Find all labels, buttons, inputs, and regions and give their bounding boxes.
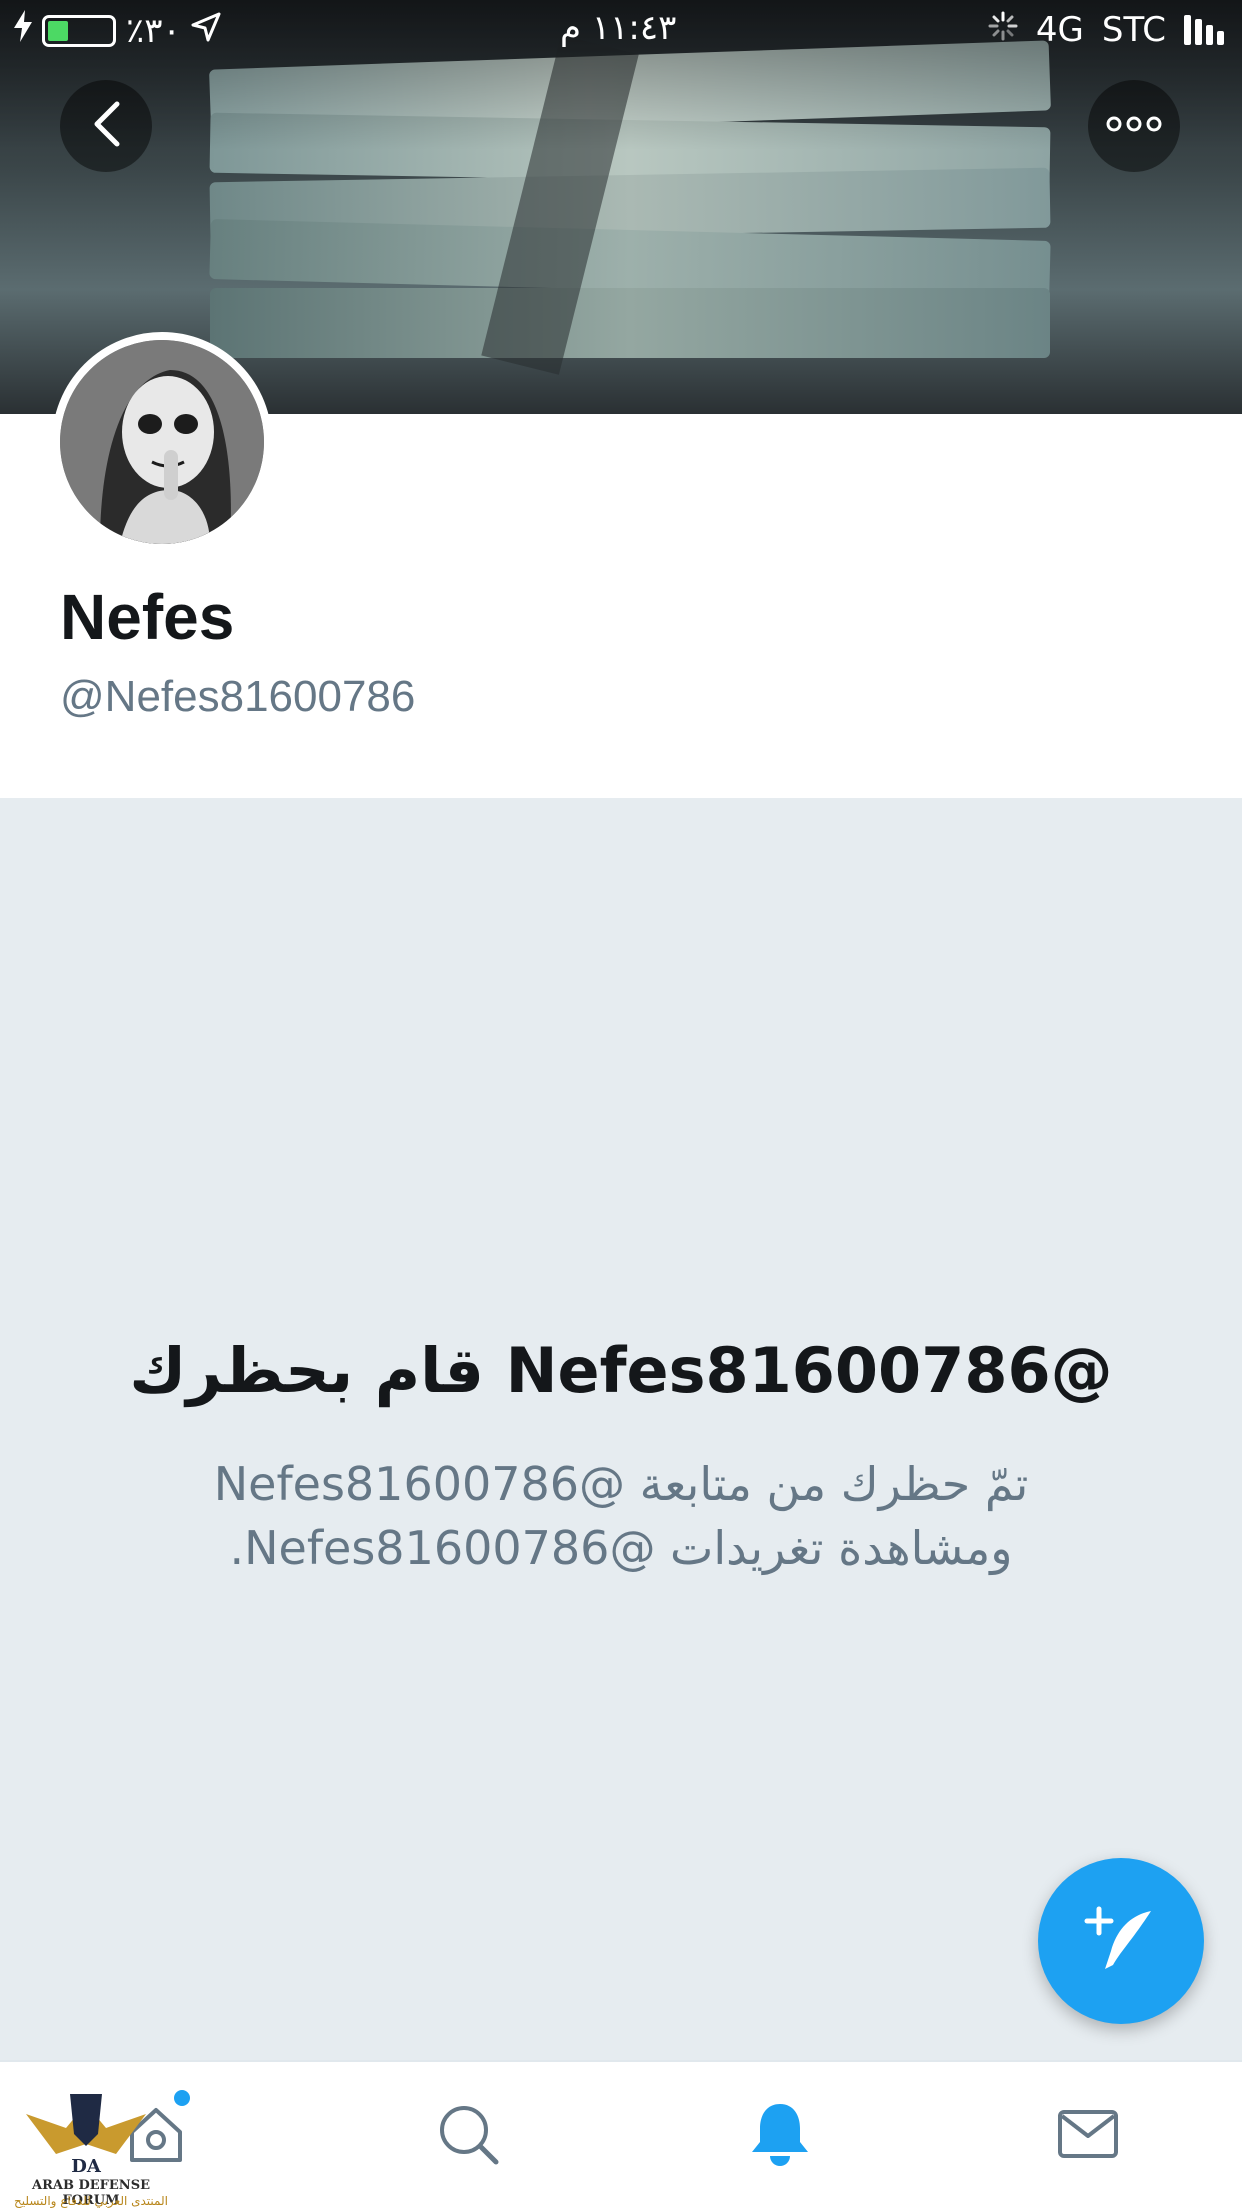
svg-text:DA: DA — [71, 2156, 102, 2177]
clock: ١١:٤٣ م — [560, 8, 677, 48]
location-icon — [191, 11, 221, 51]
battery-icon — [42, 14, 116, 47]
more-icon — [1106, 116, 1162, 136]
watermark-subtitle: المنتدى العربي للدفاع والتسليح — [14, 2194, 168, 2208]
charging-icon — [14, 10, 32, 51]
carrier-name: STC — [1101, 10, 1166, 50]
banner-image-part — [210, 288, 1050, 358]
status-bar: ٪٣٠ ١١:٤٣ م 4G STC — [0, 0, 1242, 60]
new-content-badge — [174, 2090, 190, 2106]
battery-percent: ٪٣٠ — [126, 10, 181, 51]
tab-bar — [0, 2060, 1242, 2208]
signal-icon — [1184, 15, 1224, 45]
activity-spinner-icon — [988, 10, 1018, 50]
blocked-title: @Nefes81600786 قام بحظرك — [129, 1334, 1113, 1407]
blocked-notice-panel: @Nefes81600786 قام بحظرك تمّ حظرك من متا… — [0, 798, 1242, 2060]
search-icon — [436, 2102, 500, 2170]
mail-icon — [1056, 2106, 1120, 2166]
watermark-logo: DA ARAB DEFENSE FORUM المنتدى العربي للد… — [6, 2084, 168, 2208]
avatar[interactable] — [52, 332, 272, 552]
chevron-left-icon — [91, 101, 121, 151]
tab-messages[interactable] — [1052, 2100, 1124, 2172]
bell-icon — [748, 2100, 812, 2172]
back-button[interactable] — [60, 80, 152, 172]
blocked-message: تمّ حظرك من متابعة @Nefes81600786 ومشاهد… — [213, 1457, 1029, 1575]
profile-handle: @Nefes81600786 — [60, 672, 416, 721]
compose-tweet-button[interactable] — [1038, 1858, 1204, 2024]
tab-search[interactable] — [432, 2100, 504, 2172]
network-type: 4G — [1035, 10, 1084, 50]
profile-name: Nefes — [60, 581, 235, 653]
tab-notifications[interactable] — [744, 2100, 816, 2172]
more-options-button[interactable] — [1088, 80, 1180, 172]
compose-feather-icon — [1081, 1899, 1161, 1983]
